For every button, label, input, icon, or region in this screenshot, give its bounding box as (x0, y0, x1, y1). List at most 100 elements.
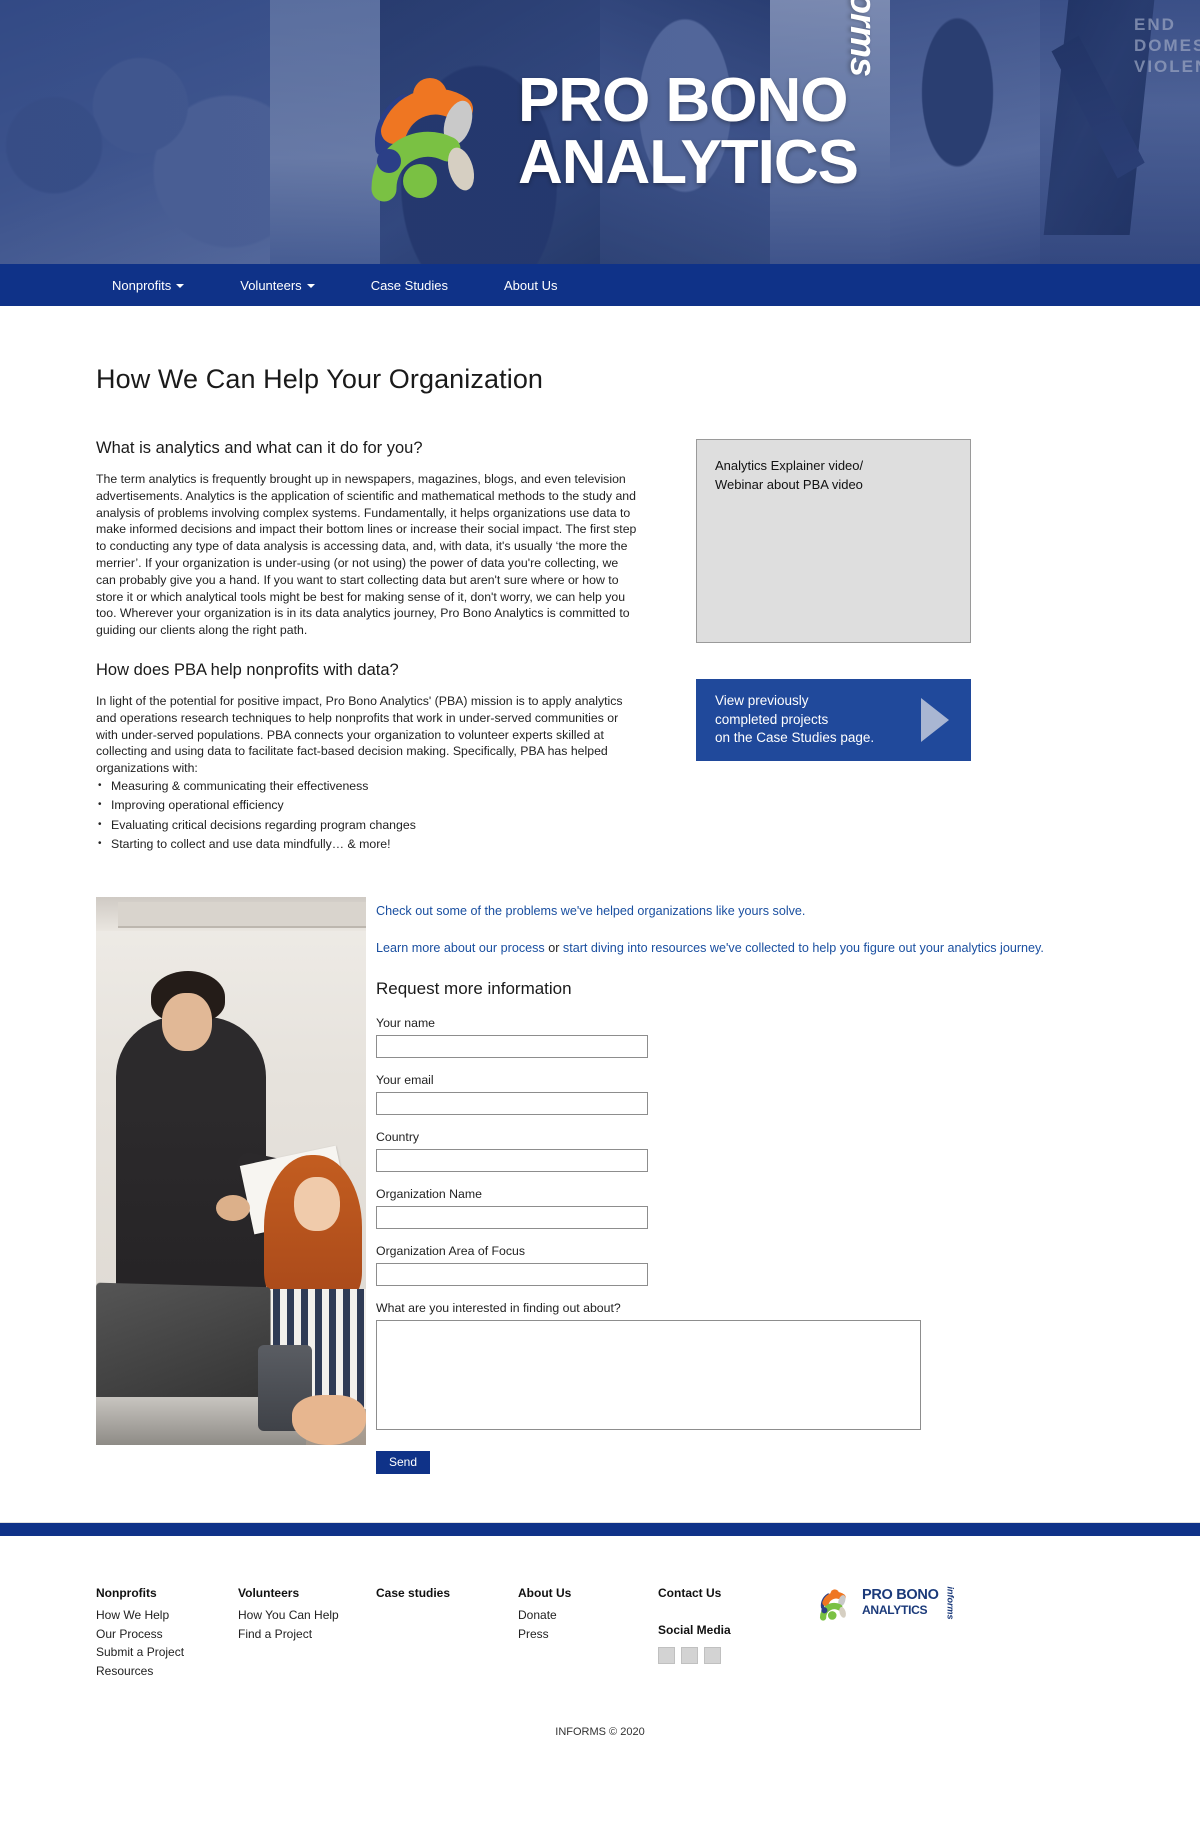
video-placeholder-line-1: Analytics Explainer video/ (715, 458, 864, 473)
brand-line-2: ANALYTICS (517, 128, 859, 197)
footer-logo: PRO BONO ANALYTICS informs (812, 1584, 967, 1622)
footer: Nonprofits How We Help Our Process Submi… (0, 1521, 1200, 1765)
play-arrow-icon (921, 698, 949, 742)
chevron-down-icon (176, 284, 185, 289)
label-country: Country (376, 1129, 420, 1144)
list-item: Measuring & communicating their effectiv… (96, 776, 641, 797)
problems-solved-link[interactable]: Check out some of the problems we've hel… (376, 904, 805, 918)
footer-link-find-a-project[interactable]: Find a Project (238, 1625, 376, 1644)
cta-line-2: completed projects (715, 711, 829, 727)
process-resources-paragraph: Learn more about our process or start di… (376, 939, 1104, 957)
footer-column-case-studies: Case studies (376, 1584, 518, 1607)
footer-column-contact: Contact Us Social Media (658, 1584, 806, 1664)
pba-logo-icon (342, 57, 512, 207)
interest-textarea[interactable] (376, 1319, 921, 1430)
footer-heading-social-media: Social Media (658, 1623, 731, 1638)
case-studies-cta[interactable]: View previously completed projects on th… (696, 679, 971, 761)
meeting-photo (96, 896, 366, 1445)
organization-focus-field[interactable] (376, 1262, 648, 1286)
our-process-link[interactable]: Learn more about our process (376, 941, 545, 955)
social-icon-2[interactable] (681, 1646, 698, 1664)
field-group-organization-name: Organization Name (376, 1187, 1104, 1244)
nav-label: Case Studies (370, 277, 449, 293)
section-heading-analytics: What is analytics and what can it do for… (96, 439, 423, 457)
video-placeholder[interactable]: Analytics Explainer video/ Webinar about… (696, 439, 971, 643)
copyright-text: INFORMS © 2020 (555, 1726, 645, 1739)
footer-informs-wordmark: informs (945, 1586, 956, 1620)
conjunction-text: or (544, 940, 563, 955)
footer-link-submit-a-project[interactable]: Submit a Project (96, 1643, 238, 1662)
footer-heading-case-studies: Case studies (376, 1585, 451, 1600)
intro-aside-column: Analytics Explainer video/ Webinar about… (696, 439, 971, 761)
footer-brand-line-1: PRO BONO (862, 1586, 939, 1603)
footer-brand-line-2: ANALYTICS (862, 1602, 928, 1617)
social-icon-1[interactable] (658, 1646, 675, 1664)
field-group-interest: What are you interested in finding out a… (376, 1301, 1104, 1451)
cta-line-3: on the Case Studies page. (715, 730, 875, 746)
country-field[interactable] (376, 1148, 648, 1172)
footer-link-donate[interactable]: Donate (518, 1606, 658, 1625)
page-content: How We Can Help Your Organization What i… (0, 364, 1200, 1764)
field-group-organization-focus: Organization Area of Focus (376, 1244, 1104, 1301)
footer-heading-contact-us: Contact Us (658, 1585, 722, 1600)
section-paragraph-analytics: The term analytics is frequently brought… (96, 472, 637, 638)
nav-item-about-us[interactable]: About Us (504, 278, 557, 293)
page-title: How We Can Help Your Organization (96, 364, 544, 394)
label-your-email: Your email (376, 1072, 434, 1087)
footer-heading-about-us: About Us (518, 1585, 572, 1600)
footer-heading-volunteers: Volunteers (238, 1585, 300, 1600)
section-heading-pba-help: How does PBA help nonprofits with data? (96, 660, 399, 679)
footer-column-nonprofits: Nonprofits How We Help Our Process Submi… (96, 1584, 238, 1681)
label-interest: What are you interested in finding out a… (376, 1300, 621, 1315)
footer-column-about-us: About Us Donate Press (518, 1584, 658, 1644)
send-button[interactable]: Send (376, 1450, 430, 1474)
form-title: Request more information (376, 978, 572, 998)
form-section: Check out some of the problems we've hel… (96, 896, 1104, 1474)
footer-link-how-you-can-help[interactable]: How You Can Help (238, 1606, 376, 1625)
footer-accent-bar (0, 1522, 1200, 1536)
resources-link[interactable]: start diving into resources we've collec… (563, 941, 1044, 955)
field-group-name: Your name (376, 1016, 1104, 1073)
footer-link-resources[interactable]: Resources (96, 1662, 238, 1681)
footer-column-volunteers: Volunteers How You Can Help Find a Proje… (238, 1584, 376, 1644)
cta-line-1: View previously (715, 693, 809, 709)
label-organization-focus: Organization Area of Focus (376, 1243, 526, 1258)
nav-item-volunteers[interactable]: Volunteers (240, 277, 315, 293)
intro-section: What is analytics and what can it do for… (96, 439, 1104, 855)
footer-heading-nonprofits: Nonprofits (96, 1585, 157, 1600)
name-field[interactable] (376, 1034, 648, 1058)
footer-pba-logo-icon (812, 1584, 856, 1622)
footer-brand-wordmark: PRO BONO ANALYTICS (862, 1586, 939, 1618)
informs-wordmark: informs (843, 0, 885, 76)
footer-link-press[interactable]: Press (518, 1625, 658, 1644)
chevron-down-icon (306, 284, 315, 289)
pba-help-bullet-list: Measuring & communicating their effectiv… (96, 776, 641, 855)
footer-link-our-process[interactable]: Our Process (96, 1625, 238, 1644)
section-paragraph-pba-help: In light of the potential for positive i… (96, 693, 623, 776)
nav-item-case-studies[interactable]: Case Studies (371, 278, 448, 293)
list-item: Starting to collect and use data mindful… (96, 834, 641, 855)
request-info-form: Check out some of the problems we've hel… (376, 897, 1104, 1474)
organization-name-field[interactable] (376, 1205, 648, 1229)
email-field[interactable] (376, 1091, 648, 1115)
main-navigation: Nonprofits Volunteers Case Studies About… (0, 264, 1200, 306)
label-organization-name: Organization Name (376, 1186, 482, 1201)
nav-label: Volunteers (240, 277, 302, 293)
nav-item-nonprofits[interactable]: Nonprofits (112, 277, 185, 293)
social-icon-3[interactable] (704, 1646, 721, 1664)
video-placeholder-line-2: Webinar about PBA video (715, 477, 863, 492)
nav-label: About Us (504, 277, 558, 293)
hero-banner: END DOMESTIC VIOLENCE PRO BONO ANALYTICS… (0, 0, 1200, 264)
field-group-country: Country (376, 1130, 1104, 1187)
intro-text-column: What is analytics and what can it do for… (96, 439, 641, 855)
footer-link-how-we-help[interactable]: How We Help (96, 1606, 238, 1625)
brand-wordmark: PRO BONO ANALYTICS informs (517, 0, 884, 197)
list-item: Evaluating critical decisions regarding … (96, 815, 641, 836)
social-icon-row (658, 1646, 806, 1664)
brand-line-1: PRO BONO (517, 66, 849, 135)
label-your-name: Your name (376, 1015, 436, 1030)
case-studies-link-paragraph: Check out some of the problems we've hel… (376, 902, 1104, 920)
nav-label: Nonprofits (112, 277, 172, 293)
field-group-email: Your email (376, 1073, 1104, 1130)
list-item: Improving operational efficiency (96, 795, 641, 816)
